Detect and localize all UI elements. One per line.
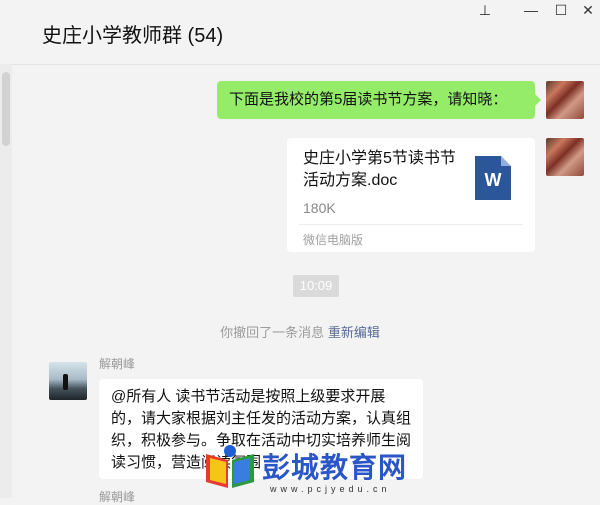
recall-text: 你撤回了一条消息 xyxy=(220,325,325,340)
sent-text-message[interactable]: 下面是我校的第5届读书节方案，请知晓： xyxy=(217,81,541,119)
file-source: 微信电脑版 xyxy=(303,233,364,247)
my-avatar[interactable] xyxy=(546,138,584,176)
file-name: 史庄小学第5节读书节活动方案.doc xyxy=(303,150,456,189)
pin-icon[interactable]: ⊥ xyxy=(473,2,497,22)
recall-notice: 你撤回了一条消息 重新编辑 xyxy=(0,322,600,341)
watermark-text: 彭城教育网 xyxy=(262,452,408,483)
book-logo-icon xyxy=(206,445,254,488)
my-avatar[interactable] xyxy=(546,81,584,119)
timestamp: 10:09 xyxy=(293,275,339,297)
minimize-button[interactable]: — xyxy=(519,2,543,22)
re-edit-link[interactable]: 重新编辑 xyxy=(328,325,380,340)
file-message-card[interactable]: 史庄小学第5节读书节活动方案.doc W 180K 微信电脑版 xyxy=(287,138,535,252)
next-sender-name: 解朝峰 xyxy=(99,490,136,504)
close-button[interactable]: ✕ xyxy=(576,2,600,22)
doc-fold xyxy=(501,156,511,166)
avatar-figure xyxy=(63,374,68,390)
chat-title: 史庄小学教师群 (54) xyxy=(42,25,224,47)
watermark-url: www.pcjyedu.cn xyxy=(270,484,391,494)
sender-name: 解朝峰 xyxy=(99,357,136,371)
watermark: 彭城教育网 www.pcjyedu.cn xyxy=(204,440,408,498)
maximize-button[interactable]: ☐ xyxy=(549,2,573,22)
file-divider xyxy=(299,224,523,225)
scroll-thumb[interactable] xyxy=(2,72,10,146)
file-size: 180K xyxy=(303,200,336,216)
chat-header: 史庄小学教师群 (54) ⊥ — ☐ ✕ xyxy=(0,0,600,65)
scrollbar[interactable] xyxy=(0,64,12,498)
sender-avatar[interactable] xyxy=(49,362,87,400)
